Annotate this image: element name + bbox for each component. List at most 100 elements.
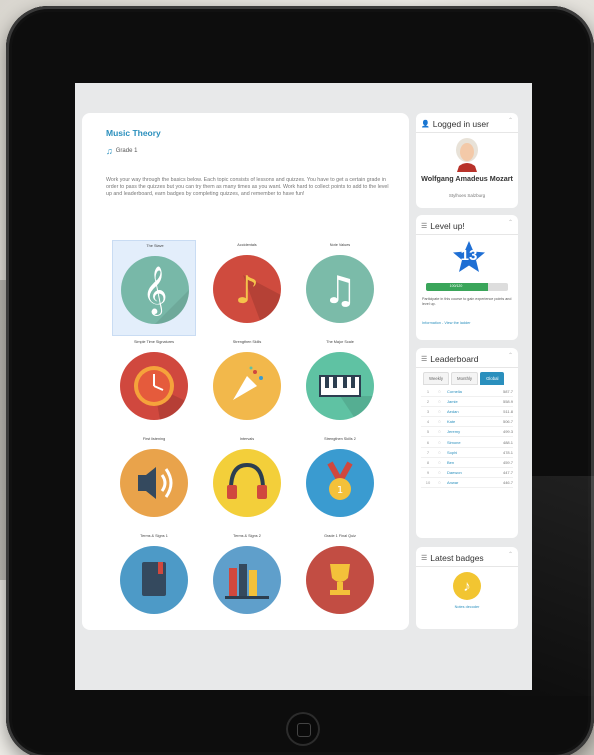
leaderboard-name[interactable]: Sophi bbox=[444, 450, 495, 455]
view-ladder-link[interactable]: Information - View the ladder bbox=[422, 321, 470, 325]
leaderboard-name[interactable]: Jamie bbox=[444, 399, 495, 404]
leaderboard-row[interactable]: 9 ○ Daewon 447.7 bbox=[421, 468, 513, 478]
medal-icon: 1 bbox=[306, 449, 374, 517]
leaderboard-name[interactable]: Simone bbox=[444, 440, 495, 445]
user-name[interactable]: Wolfgang Amadeus Mozart bbox=[416, 175, 518, 183]
leaderboard-score: 506.7 bbox=[502, 419, 513, 425]
tab-global[interactable]: Global bbox=[480, 372, 505, 385]
books-icon bbox=[213, 546, 281, 614]
svg-text:𝄞: 𝄞 bbox=[143, 265, 168, 316]
music-note-icon: ♪ bbox=[213, 255, 281, 323]
leaderboard-score: 446.7 bbox=[502, 479, 513, 485]
leaderboard-row[interactable]: 1 ○ Cornelia 587.7 bbox=[421, 387, 513, 398]
collapse-icon[interactable]: ⌃ bbox=[508, 551, 513, 558]
leaderboard-row[interactable]: 7 ○ Sophi 478.1 bbox=[421, 448, 513, 458]
topic-label: Grade 1 Final Quiz bbox=[324, 534, 356, 538]
topic-label: The Stave bbox=[146, 244, 164, 248]
leaderboard-name[interactable]: Anwar bbox=[444, 480, 495, 485]
leaderboard-score: 511.8 bbox=[503, 409, 513, 415]
leaderboard-name[interactable]: Ben bbox=[444, 460, 495, 465]
topic-tile[interactable]: Strengthen Skills bbox=[205, 337, 289, 433]
leaderboard-row[interactable]: 4 ○ Kate 506.7 bbox=[421, 417, 513, 428]
treble-clef-icon: 𝄞 bbox=[121, 256, 189, 324]
topic-label: Intervals bbox=[239, 437, 255, 441]
avatar-icon: ○ bbox=[438, 429, 441, 435]
leaderboard-row[interactable]: 6 ○ Simone 488.1 bbox=[421, 437, 513, 448]
leaderboard-card: ☰ Leaderboard ⌃ Weekly Monthly Global 1 ○ C… bbox=[416, 348, 518, 538]
tab-monthly[interactable]: Monthly bbox=[451, 372, 479, 385]
level-up-card: ☰ Level up! ⌃ 13 100/120 Participate in t… bbox=[416, 215, 518, 340]
svg-text:♫: ♫ bbox=[323, 268, 357, 312]
topic-label: Strengthen Skills bbox=[232, 340, 262, 344]
avatar-icon: ○ bbox=[438, 469, 441, 475]
leaderboard-row[interactable]: 2 ○ Jamie 558.9 bbox=[421, 397, 513, 408]
card-title: ☰ Latest badges bbox=[421, 553, 484, 563]
home-button[interactable] bbox=[286, 712, 320, 746]
svg-text:1: 1 bbox=[337, 485, 343, 496]
topic-label: Simple Time Signatures bbox=[133, 340, 175, 344]
leaderboard-score: 587.7 bbox=[502, 389, 513, 395]
avatar-icon: ○ bbox=[438, 409, 441, 415]
music-note-icon[interactable]: ♪ bbox=[453, 572, 481, 600]
card-title-text: Latest badges bbox=[430, 553, 484, 563]
avatar-icon: ○ bbox=[438, 479, 441, 485]
collapse-icon[interactable]: ⌃ bbox=[508, 352, 513, 359]
svg-text:♪: ♪ bbox=[235, 268, 259, 312]
leaderboard-rank: 7 bbox=[426, 449, 430, 455]
topic-tile[interactable]: Simple Time Signatures bbox=[112, 337, 196, 433]
topic-tile[interactable]: The Major Scale bbox=[298, 337, 382, 433]
leaderboard-list: 1 ○ Cornelia 587.7 2 ○ Jamie 558.9 3 ○ Aedan 511.8 4… bbox=[421, 387, 513, 488]
badge-label[interactable]: Notes decoder bbox=[416, 605, 518, 609]
leaderboard-row[interactable]: 5 ○ Jeremy 499.3 bbox=[421, 427, 513, 438]
book-icon bbox=[120, 546, 188, 614]
leaderboard-rank: 10 bbox=[425, 479, 431, 485]
collapse-icon[interactable]: ⌃ bbox=[508, 219, 513, 226]
topic-tile[interactable]: Terms & Signs 1 bbox=[112, 531, 196, 627]
topic-tile[interactable]: Strengthen Skills 2 1 bbox=[298, 434, 382, 530]
beamed-notes-icon: ♫ bbox=[306, 255, 374, 323]
leaderboard-tabs: Weekly Monthly Global bbox=[423, 372, 505, 385]
topic-tile[interactable]: First listening bbox=[112, 434, 196, 530]
topic-tile[interactable]: The Stave 𝄞 bbox=[112, 240, 196, 336]
collapse-icon[interactable]: ⌃ bbox=[508, 117, 513, 124]
level-description: Participate in this course to gain exper… bbox=[422, 297, 512, 306]
headphones-icon bbox=[213, 449, 281, 517]
course-title[interactable]: Music Theory bbox=[106, 128, 161, 138]
leaderboard-name[interactable]: Jeremy bbox=[444, 429, 495, 434]
clock-icon bbox=[120, 352, 188, 420]
topic-label: Note Values bbox=[329, 243, 351, 247]
topic-tile[interactable]: Accidentals ♪ bbox=[205, 240, 289, 336]
avatar-icon: ○ bbox=[438, 389, 441, 395]
leaderboard-score: 488.1 bbox=[502, 439, 513, 445]
topic-label: First listening bbox=[142, 437, 166, 441]
avatar-icon: ○ bbox=[438, 439, 441, 445]
topic-label: Terms & Signs 1 bbox=[140, 534, 168, 538]
leaderboard-row[interactable]: 3 ○ Aedan 511.8 bbox=[421, 407, 513, 418]
leaderboard-name[interactable]: Aedan bbox=[444, 409, 495, 414]
divider bbox=[416, 367, 518, 368]
card-title-text: Logged in user bbox=[432, 119, 489, 129]
card-title-text: Leaderboard bbox=[430, 354, 479, 364]
keyboard-icon bbox=[306, 352, 374, 420]
card-title: 👤 Logged in user bbox=[421, 119, 489, 129]
grade-label: Grade 1 bbox=[115, 148, 138, 154]
tab-weekly[interactable]: Weekly bbox=[423, 372, 450, 385]
leaderboard-name[interactable]: Daewon bbox=[444, 470, 495, 475]
leaderboard-rank: 3 bbox=[426, 409, 430, 415]
progress-text: 100/120 bbox=[449, 284, 463, 288]
leaderboard-score: 478.1 bbox=[502, 449, 513, 455]
leaderboard-name[interactable]: Cornelia bbox=[444, 389, 495, 394]
topic-tile[interactable]: Note Values ♫ bbox=[298, 240, 382, 336]
topic-tile[interactable]: Terms & Signs 2 bbox=[205, 531, 289, 627]
course-intro: Work your way through the basics below. … bbox=[106, 177, 389, 197]
leaderboard-rank: 8 bbox=[426, 459, 430, 465]
topic-label: The Major Scale bbox=[326, 340, 354, 344]
divider bbox=[416, 234, 518, 235]
grade-row: ♫ Grade 1 bbox=[106, 146, 137, 156]
topic-label: Terms & Signs 2 bbox=[233, 534, 261, 538]
leaderboard-name[interactable]: Kate bbox=[444, 419, 495, 424]
leaderboard-row[interactable]: 8 ○ Ben 459.7 bbox=[421, 458, 513, 468]
topic-tile[interactable]: Grade 1 Final Quiz bbox=[298, 531, 382, 627]
leaderboard-row[interactable]: 10 ○ Anwar 446.7 bbox=[421, 478, 513, 488]
topic-tile[interactable]: Intervals bbox=[205, 434, 289, 530]
